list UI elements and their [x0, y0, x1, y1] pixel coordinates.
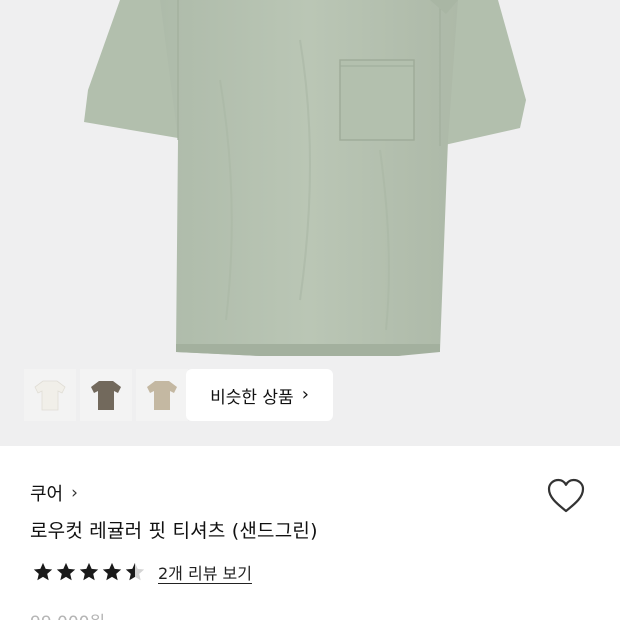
similar-products-button[interactable]: 비슷한 상품 ›	[186, 369, 333, 421]
star-filled-icon	[79, 562, 99, 581]
chevron-right-icon: ›	[71, 483, 78, 503]
rating-row: 2개 리뷰 보기	[32, 560, 252, 584]
review-link[interactable]: 2개 리뷰 보기	[158, 560, 252, 584]
star-filled-icon	[33, 562, 53, 581]
color-swatch-list	[24, 369, 188, 421]
brand-name: 쿠어	[30, 484, 64, 505]
tshirt-thumbnail-icon	[34, 380, 66, 411]
star-half-icon	[125, 562, 145, 581]
product-title: 로우컷 레귤러 핏 티셔츠 (샌드그린)	[30, 520, 318, 542]
star-filled-icon	[56, 562, 76, 581]
tshirt-thumbnail-icon	[91, 381, 121, 410]
star-filled-icon	[102, 562, 122, 581]
similar-products-label: 비슷한 상품	[210, 387, 294, 408]
color-swatch-brown[interactable]	[80, 369, 132, 421]
brand-link[interactable]: 쿠어 ›	[30, 480, 78, 506]
color-swatch-beige[interactable]	[136, 369, 188, 421]
color-swatch-ivory[interactable]	[24, 369, 76, 421]
product-image-area[interactable]: 비슷한 상품 ›	[0, 0, 620, 446]
product-price: 99,000원	[30, 608, 105, 620]
tshirt-thumbnail-icon	[147, 381, 177, 410]
heart-icon[interactable]	[546, 477, 586, 515]
chevron-right-icon: ›	[301, 383, 309, 405]
star-rating	[32, 561, 146, 583]
